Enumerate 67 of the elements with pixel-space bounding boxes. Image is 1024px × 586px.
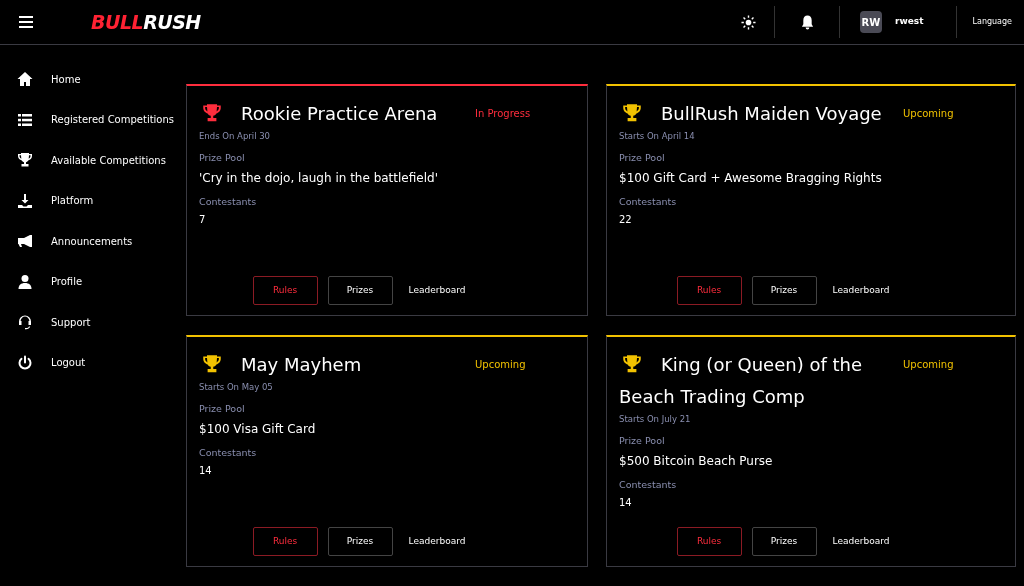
- contestants-count: 14: [199, 464, 213, 479]
- sidebar-item[interactable]: Home: [0, 59, 186, 100]
- prize-label: Prize Pool: [199, 401, 246, 416]
- download-icon: [17, 192, 33, 209]
- bell-icon[interactable]: [801, 14, 814, 30]
- home-icon: [17, 71, 33, 88]
- trophy-icon: [17, 152, 33, 169]
- logo[interactable]: BULLRUSH: [91, 7, 201, 37]
- contestants-label: Contestants: [199, 195, 258, 209]
- trophy-icon: [621, 354, 643, 374]
- leaderboard-link[interactable]: Leaderboard: [826, 282, 896, 299]
- menu-icon[interactable]: [19, 16, 33, 28]
- headset-icon: [17, 314, 33, 331]
- leaderboard-link[interactable]: Leaderboard: [402, 282, 472, 299]
- prize-value: 'Cry in the dojo, laugh in the battlefield': [199, 170, 439, 187]
- contestants-count: 14: [619, 496, 633, 511]
- username[interactable]: rwest: [895, 15, 924, 29]
- power-icon: [17, 354, 33, 371]
- prizes-button[interactable]: Prizes: [327, 527, 393, 556]
- sidebar-item[interactable]: Logout: [0, 342, 186, 383]
- sidebar-item[interactable]: Platform: [0, 180, 186, 221]
- date-text: Starts On July 21: [619, 413, 692, 426]
- date-text: Starts On April 14: [619, 130, 696, 143]
- contestants-label: Contestants: [199, 446, 258, 460]
- sidebar-item[interactable]: Announcements: [0, 221, 186, 262]
- trophy-icon: [201, 354, 223, 374]
- status-label: Upcoming: [902, 107, 955, 121]
- sidebar-item[interactable]: Profile: [0, 261, 186, 302]
- contestants-label: Contestants: [619, 195, 678, 209]
- date-text: Starts On May 05: [199, 381, 274, 394]
- card-title: Rookie Practice Arena: [199, 103, 438, 124]
- card-title: BullRush Maiden Voyage: [619, 103, 882, 124]
- rules-button[interactable]: Rules: [252, 527, 318, 556]
- status-label: In Progress: [474, 107, 532, 121]
- prizes-button[interactable]: Prizes: [751, 527, 817, 556]
- prize-value: $100 Gift Card + Awesome Bragging Rights: [619, 170, 883, 187]
- status-label: Upcoming: [902, 358, 955, 372]
- trophy-icon: [621, 103, 643, 123]
- prizes-button[interactable]: Prizes: [751, 276, 817, 305]
- prize-value: $100 Visa Gift Card: [199, 421, 317, 438]
- prize-label: Prize Pool: [199, 150, 246, 165]
- prizes-button[interactable]: Prizes: [327, 276, 393, 305]
- date-text: Ends On April 30: [199, 130, 271, 143]
- contestants-label: Contestants: [619, 478, 678, 492]
- megaphone-icon: [17, 233, 33, 250]
- card-title: May Mayhem: [199, 354, 362, 375]
- prize-label: Prize Pool: [619, 150, 666, 165]
- card-title: King (or Queen) of the Beach Trading Comp: [619, 354, 862, 407]
- rules-button[interactable]: Rules: [676, 527, 742, 556]
- language-selector[interactable]: Language: [972, 16, 1012, 28]
- list-icon: [17, 111, 33, 128]
- rules-button[interactable]: Rules: [252, 276, 318, 305]
- sun-icon[interactable]: [741, 14, 756, 30]
- leaderboard-link[interactable]: Leaderboard: [402, 533, 472, 550]
- sidebar-item[interactable]: Available Competitions: [0, 140, 186, 181]
- prize-value: $500 Bitcoin Beach Purse: [619, 453, 774, 470]
- avatar[interactable]: RW: [860, 11, 882, 33]
- sidebar-item[interactable]: Support: [0, 302, 186, 343]
- rules-button[interactable]: Rules: [676, 276, 742, 305]
- contestants-count: 7: [199, 213, 207, 228]
- user-icon: [17, 273, 33, 290]
- sidebar-item[interactable]: Registered Competitions: [0, 99, 186, 140]
- status-label: Upcoming: [474, 358, 527, 372]
- prize-label: Prize Pool: [619, 433, 666, 448]
- trophy-icon: [201, 103, 223, 123]
- contestants-count: 22: [619, 213, 633, 228]
- leaderboard-link[interactable]: Leaderboard: [826, 533, 896, 550]
